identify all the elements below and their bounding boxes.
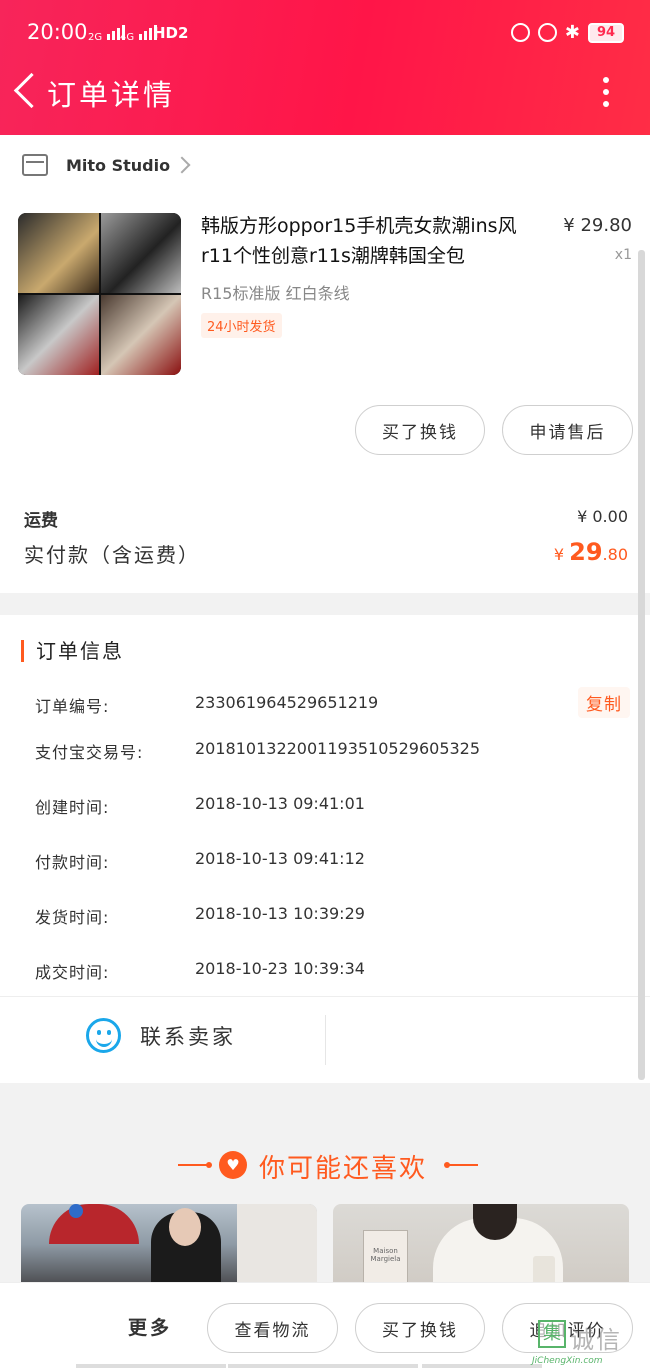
nav-indicator [76,1364,226,1368]
watermark-logo: 集 诚信 JiChengXin.com [530,1320,650,1372]
product-price: ¥ 29.80 [563,215,632,236]
bluetooth-icon: ✱ [564,22,580,43]
recommend-title: 你可能还喜欢 [259,1154,428,1184]
paid-amount-value: ¥ 29.80 [553,538,628,566]
shipping-fee-value: ¥ 0.00 [577,507,628,526]
recommend-item-1[interactable] [21,1204,317,1294]
info-row-paid: 付款时间: 2018-10-13 09:41:12 [35,849,365,872]
hd-voice-icon: HD2 [153,24,189,42]
shop-name: Mito Studio [66,155,171,175]
info-row-shipped: 发货时间: 2018-10-13 10:39:29 [35,904,365,927]
info-row-order-number: 订单编号: 233061964529651219 [35,693,379,716]
buy-replace-button[interactable]: 买了换钱 [355,405,485,455]
alarm-icon [537,23,557,42]
info-row-alipay-number: 支付宝交易号: 2018101322001193510529605325 [35,739,481,762]
clock: 20:00 [27,20,88,44]
heart-icon: ♥ [219,1151,247,1179]
shipping-fee-label: 运费 [24,511,58,531]
scrollbar[interactable] [638,250,645,1080]
nav-indicator [422,1364,542,1368]
shop-link[interactable]: Mito Studio [22,151,170,179]
bag-label: Maison Margiela [363,1230,408,1286]
paid-amount-label: 实付款（含运费） [24,543,200,567]
more-menu-button[interactable] [597,75,617,109]
chevron-right-icon [173,156,191,174]
product-quantity: x1 [614,247,632,263]
product-spec: R15标准版 红白条线 [201,284,350,303]
vertical-divider [325,1015,326,1065]
after-sale-button[interactable]: 申请售后 [502,405,633,455]
info-row-created: 创建时间: 2018-10-13 09:41:01 [35,794,365,817]
lock-rotation-icon [510,23,530,42]
contact-seller-button[interactable]: 联系卖家 [86,1018,236,1053]
app-header: 20:00 2G 4G HD2 ✱ 94 订单详情 [0,0,650,135]
buy-replace-bottom-button[interactable]: 买了换钱 [355,1303,485,1353]
chat-smile-icon [86,1018,121,1053]
order-info-card: 订单信息 订单编号: 233061964529651219 复制 支付宝交易号:… [0,615,650,1083]
order-product-card: Mito Studio 韩版方形oppor15手机壳女款潮ins风r11个性创意… [0,135,650,593]
back-button[interactable] [11,70,41,112]
page-title: 订单详情 [47,78,176,112]
product-image[interactable] [18,213,181,375]
battery-icon: 94 [588,22,624,43]
decor-line [444,1162,478,1168]
divider [0,996,650,997]
signal-4g-icon: 4G [120,24,158,43]
product-title[interactable]: 韩版方形oppor15手机壳女款潮ins风r11个性创意r11s潮牌韩国全包 [201,211,547,271]
more-actions-button[interactable]: 更多 [128,1313,172,1340]
status-bar: 20:00 2G 4G HD2 ✱ 94 [0,0,650,66]
view-logistics-button[interactable]: 查看物流 [207,1303,338,1353]
nav-indicator [228,1364,418,1368]
section-title: 订单信息 [21,640,124,662]
decor-line [178,1162,212,1168]
copy-button[interactable]: 复制 [578,687,630,718]
shipping-badge: 24小时发货 [201,313,282,338]
store-icon [22,154,48,176]
recommend-item-2[interactable]: Maison Margiela [333,1204,629,1294]
info-row-completed: 成交时间: 2018-10-23 10:39:34 [35,959,365,982]
